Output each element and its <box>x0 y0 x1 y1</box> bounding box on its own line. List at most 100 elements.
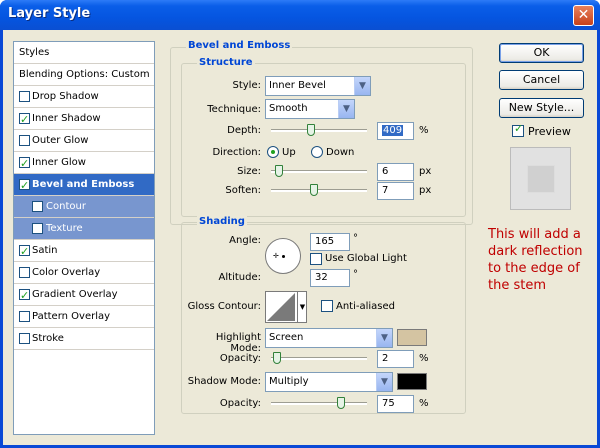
highlight-color-swatch[interactable] <box>397 329 427 346</box>
highlight-opacity-unit: % <box>419 353 429 364</box>
blending-options-item[interactable]: Blending Options: Custom <box>14 64 154 86</box>
shadow-mode-label: Shadow Mode: <box>187 376 261 387</box>
style-item-inner-glow-checkbox[interactable] <box>19 153 30 174</box>
shadow-opacity-unit: % <box>419 398 429 409</box>
chevron-down-icon: ▼ <box>338 100 354 118</box>
new-style-button[interactable]: New Style... <box>499 98 584 118</box>
dialog-body: Styles Blending Options: Custom Drop Sha… <box>3 30 597 445</box>
ok-button[interactable]: OK <box>499 43 584 63</box>
style-item-texture-checkbox[interactable] <box>32 223 43 234</box>
style-item-outer-glow-checkbox[interactable] <box>19 135 30 146</box>
style-item-inner-shadow-checkbox[interactable] <box>19 109 30 130</box>
shadow-opacity-slider[interactable] <box>271 397 367 409</box>
chevron-down-icon[interactable]: ▼ <box>297 292 307 322</box>
style-item-label: Inner Shadow <box>32 113 101 124</box>
shadow-color-swatch[interactable] <box>397 373 427 390</box>
style-item-inner-shadow[interactable]: Inner Shadow <box>14 108 154 130</box>
close-button[interactable]: ✕ <box>573 5 594 26</box>
anti-aliased-checkbox[interactable] <box>321 300 333 312</box>
styles-header[interactable]: Styles <box>14 42 154 64</box>
depth-input-value: 409 <box>382 125 404 136</box>
style-item-stroke-checkbox[interactable] <box>19 333 30 344</box>
shadow-opacity-thumb[interactable] <box>337 397 345 409</box>
anti-aliased-label: Anti-aliased <box>336 301 396 312</box>
angle-crosshair-icon: ✛ <box>273 252 279 260</box>
highlight-opacity-label: Opacity: <box>219 353 261 364</box>
style-item-label: Texture <box>46 223 83 234</box>
styles-list: Styles Blending Options: Custom Drop Sha… <box>13 41 155 435</box>
style-item-texture[interactable]: Texture <box>14 218 154 240</box>
style-item-gradient-overlay-checkbox[interactable] <box>19 285 30 306</box>
soften-unit: px <box>419 185 432 196</box>
style-item-label: Satin <box>32 245 58 256</box>
style-select[interactable]: Inner Bevel ▼ <box>265 76 371 96</box>
technique-select-value: Smooth <box>269 103 308 114</box>
preview-checkbox[interactable] <box>512 122 524 137</box>
angle-unit: ° <box>353 233 358 244</box>
shadow-opacity-label: Opacity: <box>219 398 261 409</box>
angle-dial[interactable]: ✛ <box>265 238 301 274</box>
shading-title: Shading <box>197 216 247 227</box>
style-item-pattern-overlay-checkbox[interactable] <box>19 311 30 322</box>
technique-select[interactable]: Smooth ▼ <box>265 99 355 119</box>
shadow-mode-value: Multiply <box>269 376 309 387</box>
preview-label: Preview <box>528 125 571 138</box>
global-light-label: Use Global Light <box>325 253 407 264</box>
depth-slider-thumb[interactable] <box>307 124 315 136</box>
style-item-label: Bevel and Emboss <box>32 179 135 190</box>
style-label: Style: <box>232 80 262 91</box>
style-item-inner-glow[interactable]: Inner Glow <box>14 152 154 174</box>
global-light-checkbox[interactable] <box>310 253 322 265</box>
style-item-drop-shadow[interactable]: Drop Shadow <box>14 86 154 108</box>
soften-slider[interactable] <box>271 184 367 196</box>
style-item-pattern-overlay[interactable]: Pattern Overlay <box>14 306 154 328</box>
direction-up-radio[interactable] <box>267 146 279 158</box>
style-item-bevel-and-emboss[interactable]: Bevel and Emboss <box>14 174 154 196</box>
direction-down-label: Down <box>326 147 355 158</box>
style-item-label: Outer Glow <box>32 135 89 146</box>
direction-down-radio[interactable] <box>311 146 323 158</box>
chevron-down-icon: ▼ <box>376 373 392 391</box>
size-slider[interactable] <box>271 165 367 177</box>
chevron-down-icon: ▼ <box>354 77 370 95</box>
soften-slider-track <box>271 189 367 192</box>
style-item-label: Gradient Overlay <box>32 289 118 300</box>
depth-slider[interactable] <box>271 124 367 136</box>
size-unit: px <box>419 166 432 177</box>
annotation-text: This will add a dark reflection to the e… <box>488 227 583 293</box>
soften-label: Soften: <box>225 185 261 196</box>
soften-input[interactable]: 7 <box>377 182 414 200</box>
depth-input[interactable]: 409 <box>377 122 414 140</box>
angle-input[interactable]: 165 <box>310 233 350 251</box>
gloss-contour-picker[interactable]: ▼ <box>265 291 307 323</box>
window-title: Layer Style <box>8 6 91 21</box>
preview-thumbnail <box>510 147 571 210</box>
style-item-contour[interactable]: Contour <box>14 196 154 218</box>
style-item-contour-checkbox[interactable] <box>32 201 43 212</box>
size-slider-thumb[interactable] <box>275 165 283 177</box>
highlight-opacity-slider[interactable] <box>271 352 367 364</box>
soften-slider-thumb[interactable] <box>310 184 318 196</box>
style-item-color-overlay[interactable]: Color Overlay <box>14 262 154 284</box>
highlight-opacity-input[interactable]: 2 <box>377 350 414 368</box>
shadow-mode-select[interactable]: Multiply ▼ <box>265 372 393 392</box>
style-item-drop-shadow-checkbox[interactable] <box>19 91 30 102</box>
title-bar[interactable]: Layer Style ✕ <box>0 0 600 30</box>
highlight-opacity-thumb[interactable] <box>273 352 281 364</box>
style-item-gradient-overlay[interactable]: Gradient Overlay <box>14 284 154 306</box>
style-item-outer-glow[interactable]: Outer Glow <box>14 130 154 152</box>
style-item-label: Color Overlay <box>32 267 101 278</box>
style-item-stroke[interactable]: Stroke <box>14 328 154 350</box>
shadow-opacity-input[interactable]: 75 <box>377 395 414 413</box>
cancel-button[interactable]: Cancel <box>499 70 584 90</box>
style-item-satin[interactable]: Satin <box>14 240 154 262</box>
altitude-input[interactable]: 32 <box>310 269 350 287</box>
style-item-satin-checkbox[interactable] <box>19 241 30 262</box>
highlight-mode-select[interactable]: Screen ▼ <box>265 328 393 348</box>
size-label: Size: <box>237 166 261 177</box>
size-input[interactable]: 6 <box>377 163 414 181</box>
style-item-label: Pattern Overlay <box>32 311 111 322</box>
depth-label: Depth: <box>227 125 261 136</box>
style-item-bevel-and-emboss-checkbox[interactable] <box>19 175 30 196</box>
style-item-color-overlay-checkbox[interactable] <box>19 267 30 278</box>
